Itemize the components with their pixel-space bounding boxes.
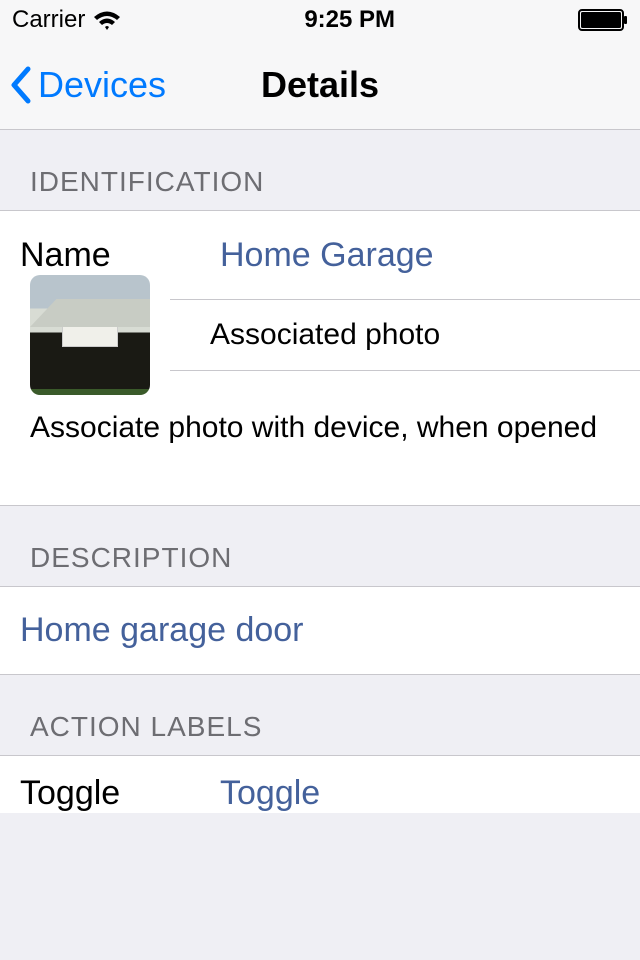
action-labels-section: Toggle Toggle <box>0 755 640 813</box>
identification-section: Name Home Garage Associated photo <box>0 210 640 371</box>
toggle-value: Toggle <box>220 774 320 813</box>
content: IDENTIFICATION Name Home Garage Associat… <box>0 130 640 813</box>
photo-label: Associated photo <box>210 318 440 352</box>
description-header: DESCRIPTION <box>0 506 640 586</box>
status-left: Carrier <box>12 6 121 34</box>
chevron-left-icon <box>8 65 32 105</box>
description-section: Home garage door <box>0 586 640 675</box>
back-label: Devices <box>38 64 166 106</box>
identification-header: IDENTIFICATION <box>0 130 640 210</box>
status-right <box>578 9 628 31</box>
nav-title: Details <box>261 64 379 106</box>
name-value: Home Garage <box>220 236 434 275</box>
name-label: Name <box>20 236 220 275</box>
carrier-label: Carrier <box>12 6 85 34</box>
photo-row[interactable]: Associated photo <box>0 299 640 371</box>
back-button[interactable]: Devices <box>8 64 166 106</box>
nav-bar: Devices Details <box>0 40 640 130</box>
device-photo-thumbnail <box>30 275 150 395</box>
status-time: 9:25 PM <box>304 6 395 34</box>
wifi-icon <box>93 10 121 30</box>
toggle-row[interactable]: Toggle Toggle <box>0 756 640 813</box>
battery-icon <box>578 9 628 31</box>
action-labels-header: ACTION LABELS <box>0 675 640 755</box>
status-bar: Carrier 9:25 PM <box>0 0 640 40</box>
toggle-label: Toggle <box>20 774 220 813</box>
description-value[interactable]: Home garage door <box>0 587 640 674</box>
